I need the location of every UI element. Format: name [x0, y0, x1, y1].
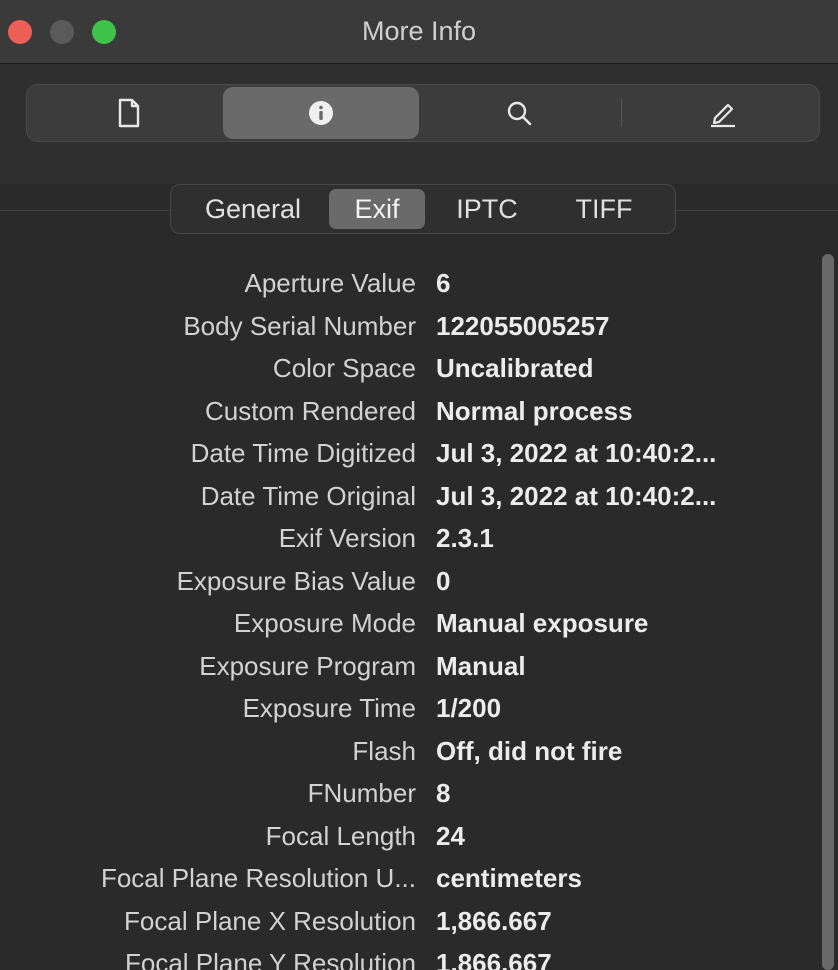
exif-value: Manual exposure: [436, 608, 649, 638]
exif-label: Custom Rendered: [205, 396, 416, 426]
search-tab-button[interactable]: [421, 87, 617, 139]
exif-label: Body Serial Number: [183, 311, 416, 341]
exif-row: Exposure Time 1/200: [0, 687, 812, 729]
tab-general[interactable]: General: [177, 189, 329, 229]
exif-label: Focal Length: [265, 821, 416, 851]
exif-label: Color Space: [272, 353, 416, 383]
exif-value: 2.3.1: [436, 523, 494, 553]
exif-value: Off, did not fire: [436, 736, 623, 766]
inspector-segmented-control: [26, 84, 820, 142]
exif-row: Color Space Uncalibrated: [0, 347, 812, 389]
exif-value: Uncalibrated: [436, 353, 594, 383]
search-icon: [506, 100, 532, 126]
exif-value: Manual: [436, 651, 526, 681]
edit-tab-button[interactable]: [625, 87, 821, 139]
scrollbar-thumb[interactable]: [822, 254, 834, 970]
toolbar: [0, 64, 838, 184]
exif-row: Flash Off, did not fire: [0, 730, 812, 772]
exif-label: Aperture Value: [244, 268, 416, 298]
exif-row: Body Serial Number 122055005257: [0, 305, 812, 347]
exif-row: Exposure Mode Manual exposure: [0, 602, 812, 644]
tab-exif[interactable]: Exif: [329, 189, 425, 229]
exif-row: Aperture Value 6: [0, 262, 812, 304]
exif-value: 0: [436, 566, 451, 596]
exif-value: 6: [436, 268, 451, 298]
exif-row: Exposure Bias Value 0: [0, 560, 812, 602]
exif-label: Exposure Bias Value: [176, 566, 416, 596]
exif-label: Focal Plane X Resolution: [124, 906, 416, 936]
info-icon: [308, 100, 334, 126]
exif-label: Exposure Mode: [233, 608, 416, 638]
exif-row: Focal Plane Resolution U... centimeters: [0, 857, 812, 899]
exif-row: Focal Plane X Resolution 1,866.667: [0, 900, 812, 942]
exif-label: Date Time Original: [200, 481, 416, 511]
exif-row: FNumber 8: [0, 772, 812, 814]
exif-value: Jul 3, 2022 at 10:40:2...: [436, 481, 717, 511]
subtab-area: General Exif IPTC TIFF: [0, 184, 838, 254]
exif-value: Normal process: [436, 396, 633, 426]
vertical-scrollbar[interactable]: [818, 254, 838, 970]
more-info-window: More Info General Exif IPTC TIFF Apertur…: [0, 0, 838, 970]
exif-value: 122055005257: [436, 311, 610, 341]
exif-label: FNumber: [307, 778, 416, 808]
exif-label: Focal Plane Y Resolution: [124, 948, 416, 970]
segment-divider: [621, 99, 622, 127]
info-tab-button[interactable]: [223, 87, 419, 139]
exif-label: Focal Plane Resolution U...: [100, 863, 416, 893]
window-title: More Info: [361, 16, 477, 46]
document-tab-button[interactable]: [31, 87, 227, 139]
tab-tiff[interactable]: TIFF: [549, 189, 659, 229]
title-bar[interactable]: More Info: [0, 0, 838, 64]
exif-label: Exposure Time: [242, 693, 416, 723]
exif-row: Focal Length 24: [0, 815, 812, 857]
exif-row: Focal Plane Y Resolution 1,866.667: [0, 942, 812, 970]
exif-value: centimeters: [436, 863, 582, 893]
exif-label: Exif Version: [278, 523, 416, 553]
exif-value: 8: [436, 778, 451, 808]
exif-label: Flash: [352, 736, 416, 766]
exif-list[interactable]: Aperture Value 6 Body Serial Number 1220…: [0, 254, 812, 970]
exif-row: Custom Rendered Normal process: [0, 390, 812, 432]
tab-iptc[interactable]: IPTC: [425, 189, 549, 229]
exif-value: 1/200: [436, 693, 502, 723]
exif-row: Date Time Digitized Jul 3, 2022 at 10:40…: [0, 432, 812, 474]
edit-pencil-icon: [708, 98, 738, 128]
exif-value: Jul 3, 2022 at 10:40:2...: [436, 438, 717, 468]
exif-row: Date Time Original Jul 3, 2022 at 10:40:…: [0, 475, 812, 517]
exif-row: Exif Version 2.3.1: [0, 517, 812, 559]
metadata-tab-bar: General Exif IPTC TIFF: [170, 184, 676, 234]
exif-label: Exposure Program: [199, 651, 416, 681]
exif-row: Exposure Program Manual: [0, 645, 812, 687]
exif-value: 1,866.667: [436, 906, 552, 936]
exif-value: 24: [436, 821, 465, 851]
exif-value: 1,866.667: [436, 948, 552, 970]
exif-label: Date Time Digitized: [190, 438, 416, 468]
document-icon: [116, 98, 142, 128]
